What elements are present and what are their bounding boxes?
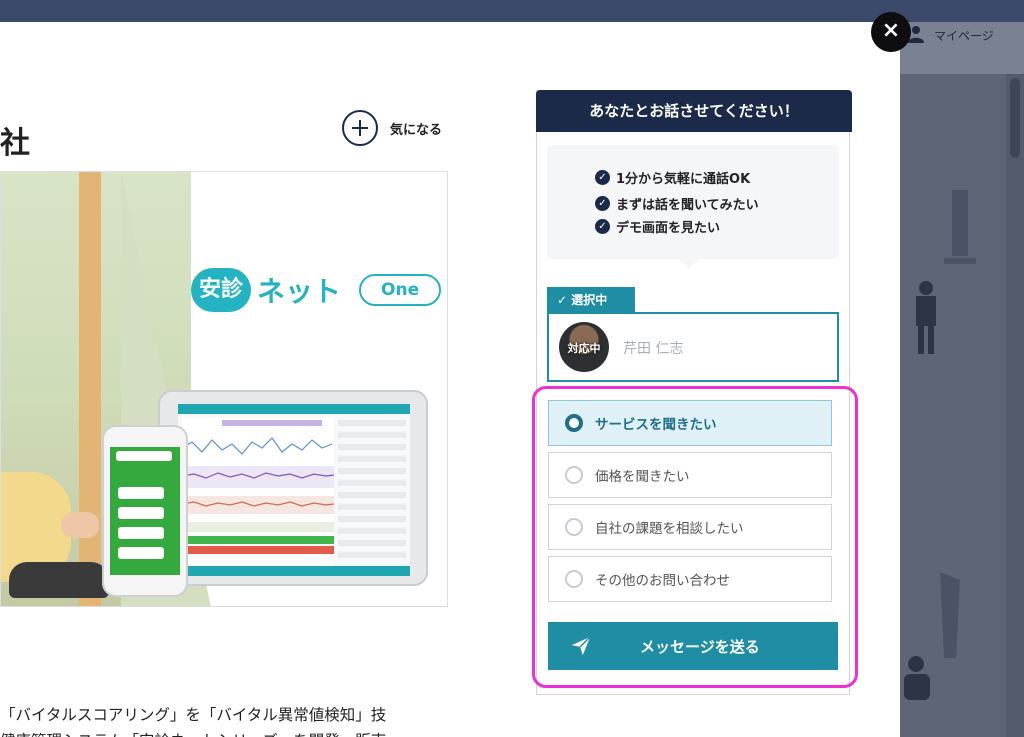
- agent-status-badge: 対応中: [567, 342, 601, 355]
- contact-header: あなたとお話させてください！: [536, 90, 852, 132]
- person-illustration: [916, 281, 936, 354]
- hero-pole: [79, 172, 101, 606]
- product-hero-image: 安診 ネット One: [0, 171, 448, 607]
- company-modal: 社 気になる 安診 ネット One 「バイタルスコアリング」を「バイタル異常値検…: [0, 22, 900, 737]
- company-title: 社: [0, 126, 30, 161]
- mypage-link[interactable]: マイページ: [934, 27, 994, 44]
- product-logo: 安診 ネット One: [191, 268, 442, 312]
- hero-hand: [61, 512, 99, 538]
- phone-app-header: [116, 451, 172, 461]
- hero-wheelchair: [9, 562, 109, 598]
- radio[interactable]: [565, 466, 583, 484]
- favorite-button[interactable]: 気になる: [342, 110, 442, 146]
- phone-screen: [110, 447, 180, 575]
- checklist-label: まずは話を聞いてみたい: [616, 198, 759, 213]
- close-icon[interactable]: ×: [871, 12, 911, 52]
- vitals-chart-illustration: [182, 418, 334, 566]
- paper-plane-icon: [571, 636, 591, 656]
- checklist-item: ✓ 1分から気軽に通話OK: [595, 168, 750, 187]
- favorite-label[interactable]: 気になる: [390, 119, 442, 138]
- display-stand-illustration: [944, 190, 976, 264]
- phone-menu-item: [118, 547, 164, 559]
- option-service[interactable]: サービスを聞きたい: [548, 400, 832, 446]
- selected-tab: ✓ 選択中: [547, 287, 635, 313]
- send-button-label[interactable]: メッセージを送る: [640, 636, 760, 657]
- option-consult[interactable]: 自社の課題を相談したい: [548, 504, 832, 550]
- logo-text: ネット: [257, 275, 342, 308]
- selected-agent-card[interactable]: 対応中 芹田 仁志: [547, 312, 839, 382]
- tablet-footer-bar: [178, 566, 410, 576]
- tablet-screen: [178, 404, 410, 576]
- bubble-tail: [679, 259, 699, 269]
- phone-mockup: [102, 425, 188, 597]
- check-circle-icon: ✓: [595, 219, 610, 234]
- scrollbar-thumb[interactable]: [1010, 78, 1020, 158]
- checklist-item: ✓ デモ画面を見たい: [595, 217, 720, 236]
- checklist-label: 1分から気軽に通話OK: [616, 172, 751, 187]
- tablet-side-table: [338, 420, 406, 560]
- option-label[interactable]: 自社の課題を相談したい: [595, 517, 744, 537]
- phone-menu-item: [118, 487, 164, 499]
- plus-circle-icon[interactable]: [342, 110, 378, 146]
- tablet-mockup: [158, 390, 428, 586]
- avatar: 対応中: [559, 322, 609, 372]
- option-label[interactable]: その他のお問い合わせ: [595, 569, 730, 589]
- phone-menu-item: [118, 507, 164, 519]
- option-label[interactable]: 価格を聞きたい: [595, 465, 690, 485]
- person-seated-illustration: [904, 656, 930, 700]
- radio[interactable]: [565, 570, 583, 588]
- background-topbar: [0, 0, 1024, 22]
- phone-menu-item: [118, 527, 164, 539]
- check-circle-icon: ✓: [595, 196, 610, 211]
- logo-badge: 安診: [191, 268, 251, 312]
- description-line: 健康管理システム「安診ネットシリーズ」を開発・販売: [0, 728, 386, 737]
- send-message-button[interactable]: メッセージを送る: [548, 622, 838, 670]
- banner-illustration: [940, 572, 960, 658]
- checklist-item: ✓ まずは話を聞いてみたい: [595, 194, 759, 213]
- company-description: 「バイタルスコアリング」を「バイタル異常値検知」技 健康管理システム「安診ネット…: [0, 702, 386, 737]
- logo-edition: One: [359, 274, 442, 306]
- check-circle-icon: ✓: [595, 170, 610, 185]
- agent-name: 芹田 仁志: [623, 341, 684, 357]
- option-price[interactable]: 価格を聞きたい: [548, 452, 832, 498]
- page-scrollbar[interactable]: [1006, 74, 1024, 737]
- option-label[interactable]: サービスを聞きたい: [595, 413, 717, 433]
- option-other[interactable]: その他のお問い合わせ: [548, 556, 832, 602]
- description-line: 「バイタルスコアリング」を「バイタル異常値検知」技: [0, 706, 387, 724]
- contact-widget: あなたとお話させてください！ ✓ 1分から気軽に通話OK ✓ まずは話を聞いてみ…: [536, 90, 852, 695]
- tablet-header-bar: [178, 404, 410, 414]
- radio-selected[interactable]: [565, 414, 583, 432]
- radio[interactable]: [565, 518, 583, 536]
- checklist-label: デモ画面を見たい: [616, 221, 721, 236]
